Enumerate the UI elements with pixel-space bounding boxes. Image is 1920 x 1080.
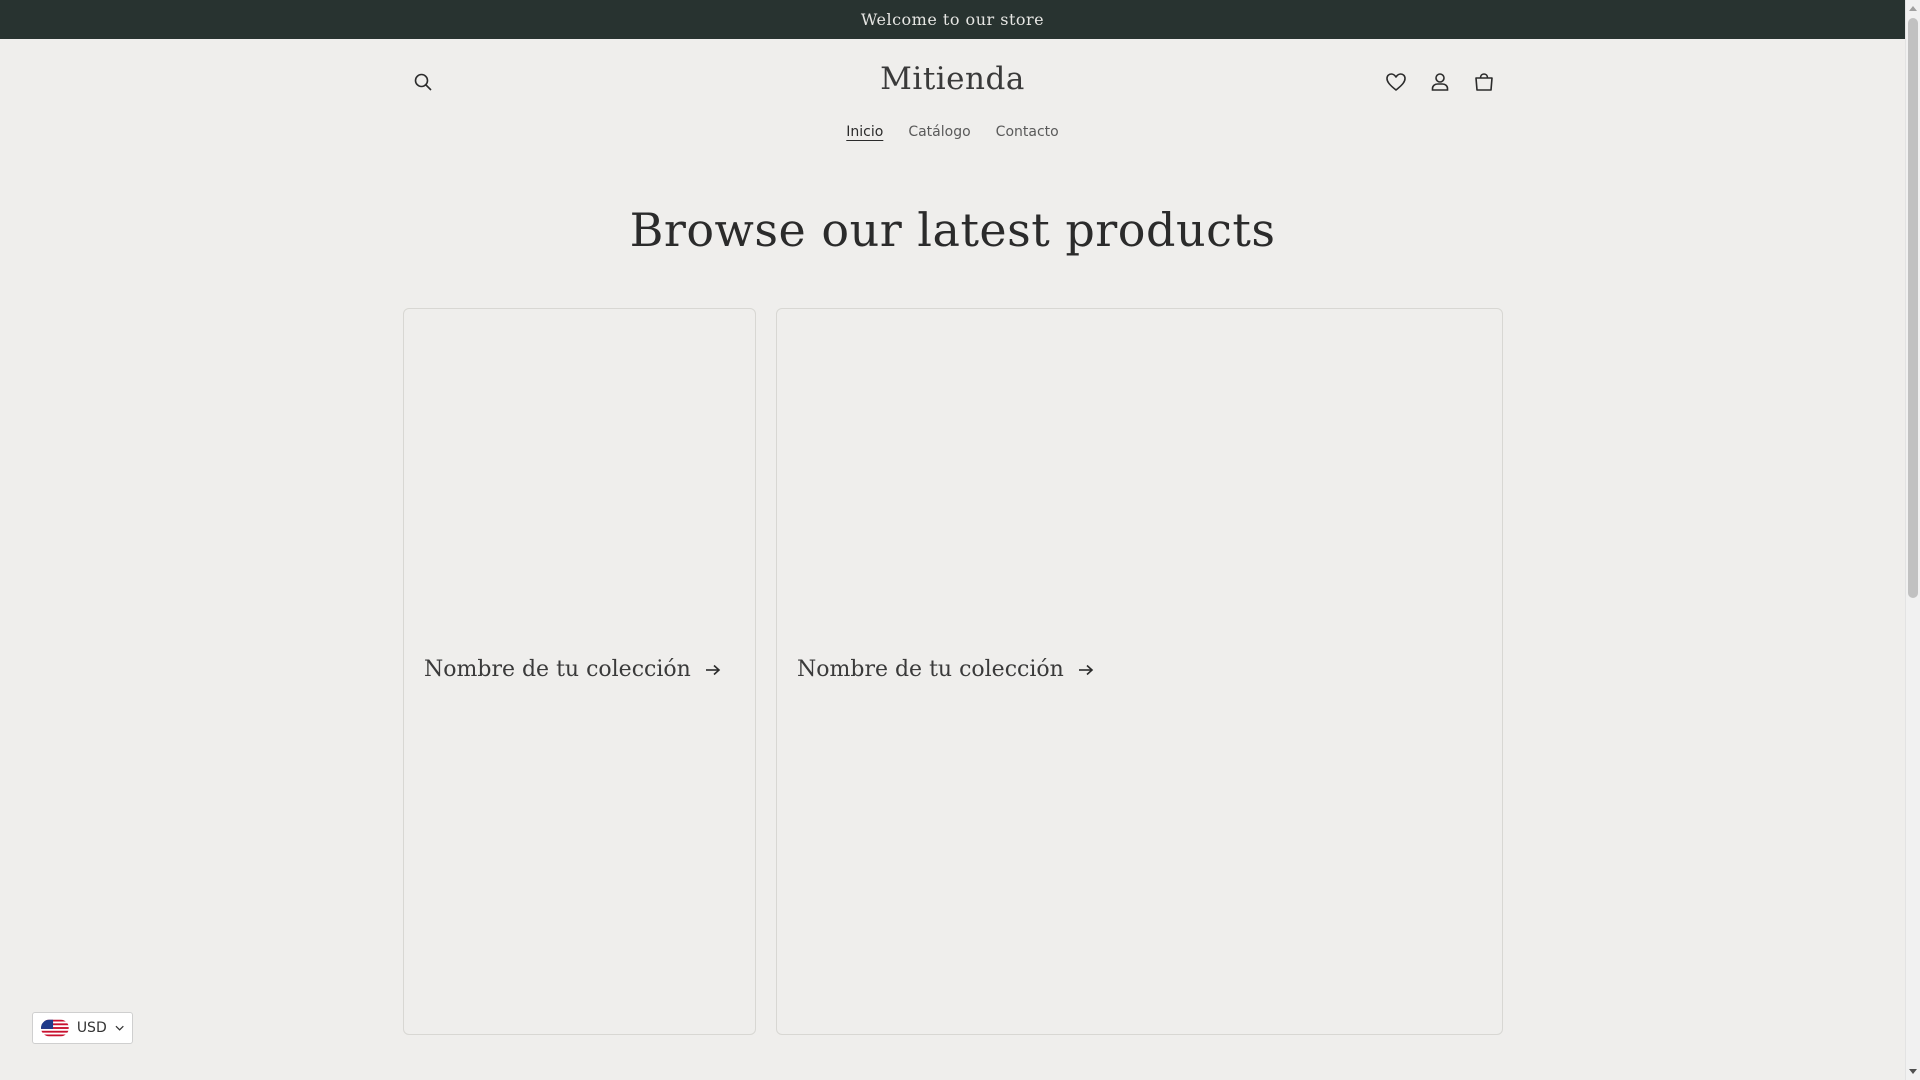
site-header: Mitienda Inicio Catálogo Contacto — [0, 39, 1905, 159]
collection-card-2[interactable]: Nombre de tu colección — [776, 308, 1503, 1035]
arrow-right-icon — [1078, 664, 1093, 675]
page: Welcome to our store Mitienda Inicio Cat… — [0, 0, 1920, 1080]
heart-icon — [1386, 73, 1406, 91]
nav-item-inicio[interactable]: Inicio — [846, 124, 883, 140]
announcement-text: Welcome to our store — [860, 10, 1045, 29]
cart-button[interactable] — [1466, 64, 1502, 100]
store-logo[interactable]: Mitienda — [0, 61, 1905, 97]
collection-title: Nombre de tu colección — [797, 657, 1064, 682]
section-title: Browse our latest products — [629, 203, 1276, 257]
vertical-scrollbar[interactable] — [1905, 0, 1920, 1080]
account-button[interactable] — [1422, 64, 1458, 100]
user-icon — [1431, 73, 1449, 91]
nav-item-contacto[interactable]: Contacto — [996, 124, 1059, 140]
currency-code: USD — [76, 1020, 107, 1036]
collection-title-link[interactable]: Nombre de tu colección — [797, 657, 1094, 682]
main-nav: Inicio Catálogo Contacto — [0, 124, 1905, 140]
scroll-thumb[interactable] — [1908, 18, 1918, 598]
wishlist-button[interactable] — [1378, 64, 1414, 100]
collection-title-link[interactable]: Nombre de tu colección — [424, 657, 721, 682]
collection-card-1[interactable]: Nombre de tu colección — [403, 308, 756, 1035]
scroll-down-arrow[interactable] — [1909, 1069, 1917, 1074]
collection-title: Nombre de tu colección — [424, 657, 691, 682]
announcement-bar: Welcome to our store — [0, 0, 1905, 39]
scroll-up-arrow[interactable] — [1909, 6, 1917, 11]
nav-item-catalogo[interactable]: Catálogo — [908, 124, 970, 140]
us-flag-icon — [41, 1019, 69, 1037]
arrow-right-icon — [705, 664, 720, 675]
currency-selector[interactable]: USD — [32, 1012, 133, 1044]
cart-icon — [1475, 73, 1493, 91]
chevron-down-icon — [115, 1025, 124, 1031]
